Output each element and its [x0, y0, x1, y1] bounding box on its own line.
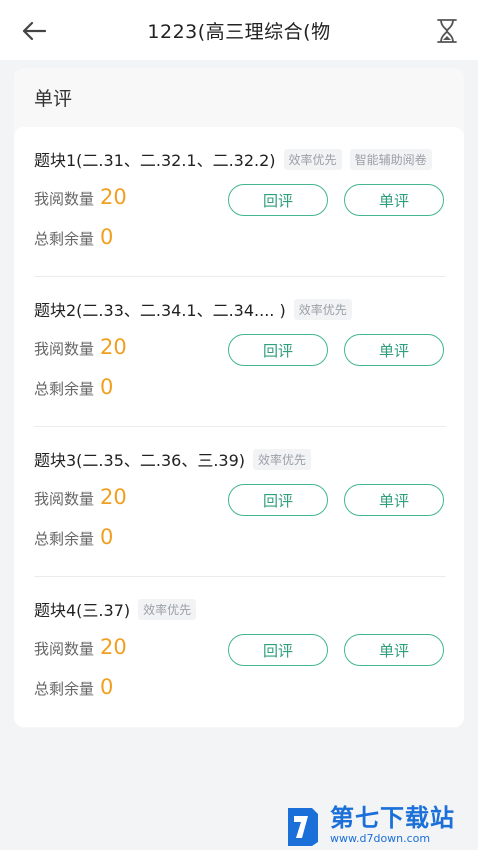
status-badge: 智能辅助阅卷	[349, 148, 432, 170]
read-count-value: 20	[100, 335, 127, 359]
single-review-button[interactable]: 单评	[344, 184, 444, 216]
status-badge: 效率优先	[283, 148, 342, 170]
read-count-label: 我阅数量	[34, 490, 95, 508]
read-count-value: 20	[100, 635, 127, 659]
remaining-label: 总剩余量	[34, 680, 95, 698]
watermark-logo-icon	[288, 808, 318, 846]
block-title: 题块3(二.35、二.36、三.39)	[34, 451, 246, 470]
timer-button[interactable]	[430, 14, 464, 48]
block-title: 题块2(二.33、二.34.1、二.34.... )	[34, 301, 286, 320]
list-item: 题块3(二.35、二.36、三.39) 效率优先 我阅数量 20 总剩余量 0 …	[34, 427, 446, 577]
back-button[interactable]	[18, 16, 50, 46]
read-count-value: 20	[100, 185, 127, 209]
read-count-label: 我阅数量	[34, 190, 95, 208]
single-review-button[interactable]: 单评	[344, 634, 444, 666]
list-item: 题块2(二.33、二.34.1、二.34.... ) 效率优先 我阅数量 20 …	[34, 277, 446, 427]
list-item: 题块1(二.31、二.32.1、二.32.2) 效率优先 智能辅助阅卷 我阅数量…	[34, 127, 446, 277]
single-review-button[interactable]: 单评	[344, 484, 444, 516]
watermark-name: 第七下载站	[330, 804, 455, 832]
review-button[interactable]: 回评	[228, 334, 328, 366]
remaining-value: 0	[100, 225, 114, 249]
review-button[interactable]: 回评	[228, 484, 328, 516]
remaining-value: 0	[100, 525, 114, 549]
review-button[interactable]: 回评	[228, 184, 328, 216]
list-item: 题块4(三.37) 效率优先 我阅数量 20 总剩余量 0 回评 单评	[34, 577, 446, 727]
read-count-label: 我阅数量	[34, 340, 95, 358]
page-title: 1223(高三理综合(物	[147, 20, 331, 43]
read-count-label: 我阅数量	[34, 640, 95, 658]
status-badge: 效率优先	[293, 298, 352, 320]
watermark: 第七下载站 www.d7down.com	[284, 800, 478, 850]
status-badge: 效率优先	[253, 448, 312, 470]
block-list-card: 题块1(二.31、二.32.1、二.32.2) 效率优先 智能辅助阅卷 我阅数量…	[14, 127, 464, 727]
hourglass-icon	[437, 19, 457, 43]
status-badge: 效率优先	[138, 598, 197, 620]
remaining-label: 总剩余量	[34, 380, 95, 398]
review-button[interactable]: 回评	[228, 634, 328, 666]
block-title: 题块4(三.37)	[34, 601, 131, 620]
arrow-left-icon	[22, 21, 47, 41]
single-review-button[interactable]: 单评	[344, 334, 444, 366]
top-bar: 1223(高三理综合(物	[0, 0, 478, 60]
remaining-label: 总剩余量	[34, 230, 95, 248]
read-count-value: 20	[100, 485, 127, 509]
remaining-label: 总剩余量	[34, 530, 95, 548]
block-title: 题块1(二.31、二.32.1、二.32.2)	[34, 151, 276, 170]
watermark-url: www.d7down.com	[330, 832, 431, 845]
remaining-value: 0	[100, 375, 114, 399]
section-title: 单评	[34, 88, 73, 110]
remaining-value: 0	[100, 675, 114, 699]
